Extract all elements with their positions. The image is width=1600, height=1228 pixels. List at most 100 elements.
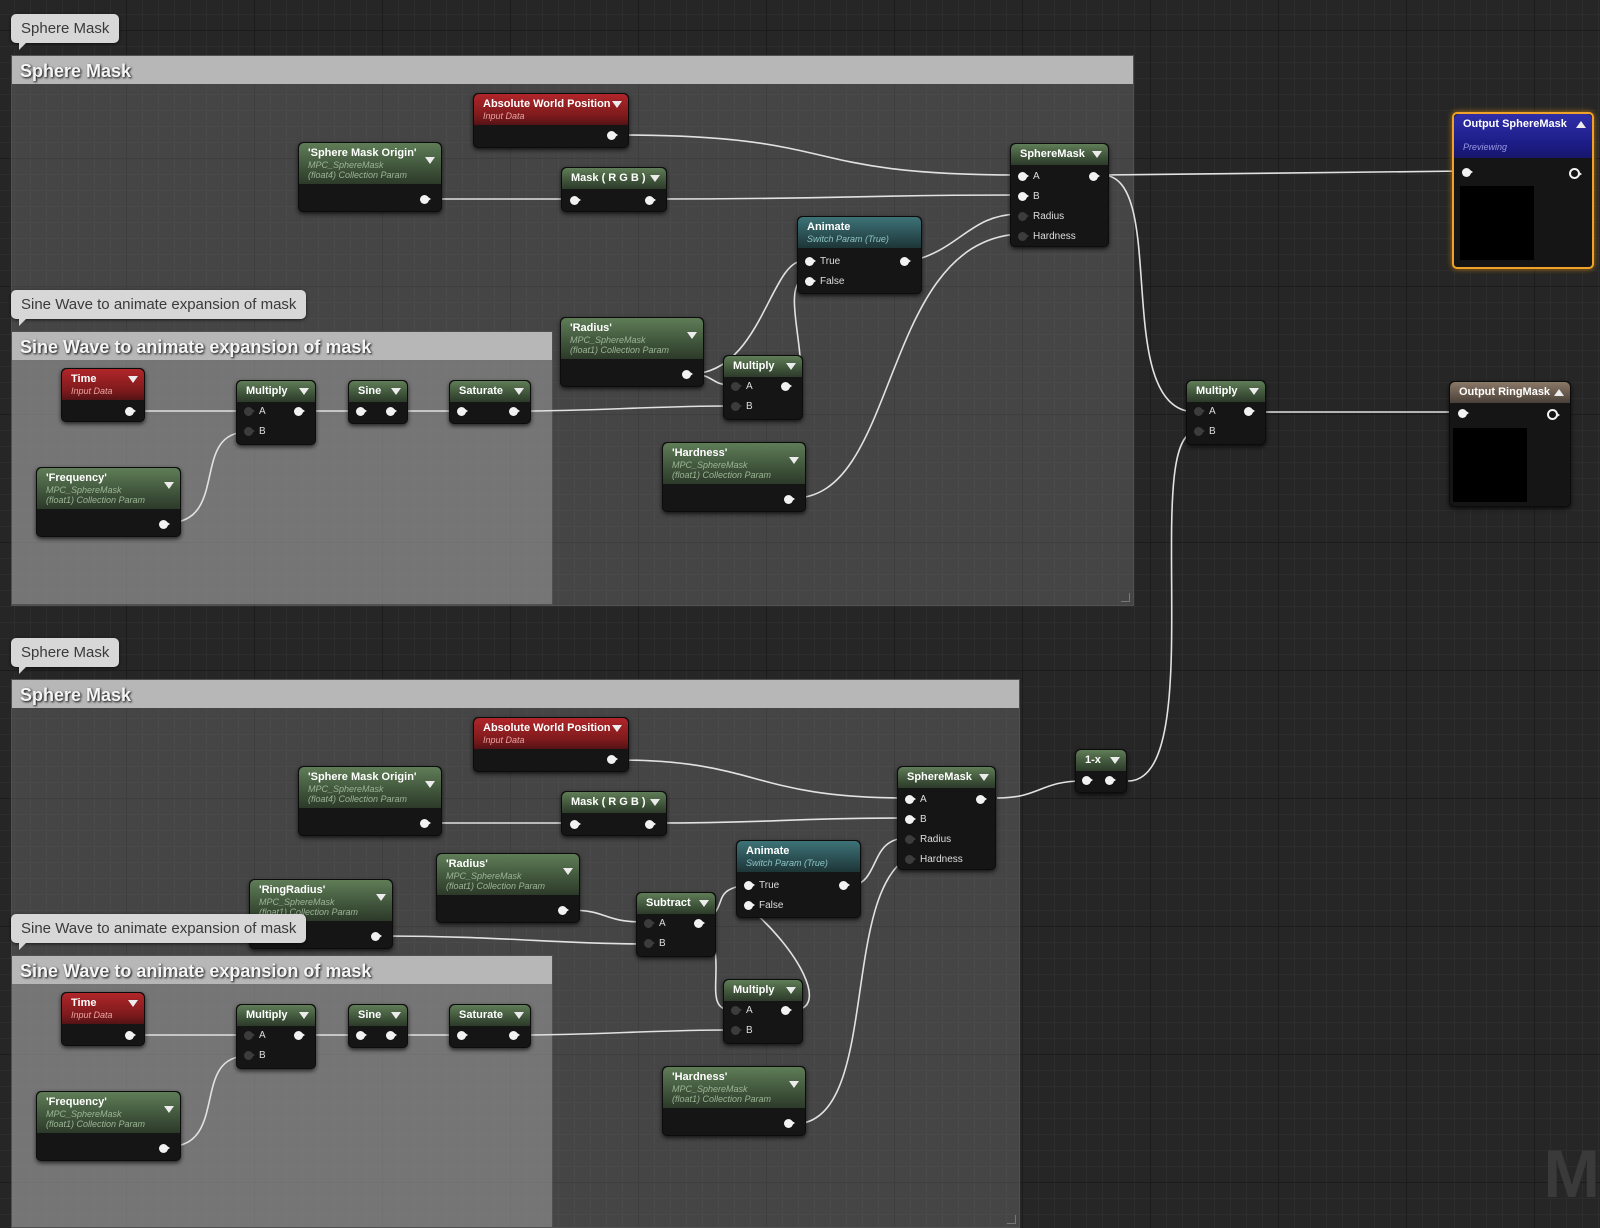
- subtract-node[interactable]: Subtract A B: [636, 892, 716, 957]
- comment-bubble-bottom-sphere-mask[interactable]: Sphere Mask: [11, 638, 120, 674]
- input-pin-b[interactable]: [731, 1026, 742, 1035]
- multiply-node[interactable]: Multiply A B: [236, 380, 316, 445]
- collapse-arrow-icon[interactable]: [699, 900, 709, 907]
- output-pin[interactable]: [900, 257, 911, 266]
- output-pin[interactable]: [784, 1119, 795, 1128]
- collapse-arrow-icon[interactable]: [1110, 757, 1120, 764]
- output-pin[interactable]: [386, 407, 397, 416]
- time-input-node[interactable]: Time Input Data: [61, 368, 145, 422]
- collapse-arrow-icon[interactable]: [786, 987, 796, 994]
- input-pin-a[interactable]: [1194, 407, 1205, 416]
- input-pin[interactable]: [356, 407, 367, 416]
- collapse-arrow-icon[interactable]: [650, 799, 660, 806]
- collapse-arrow-icon[interactable]: [164, 482, 174, 489]
- output-pin[interactable]: [420, 195, 431, 204]
- animate-switch-param-node[interactable]: Animate Switch Param (True) True False: [736, 840, 861, 918]
- absolute-world-position-node[interactable]: Absolute World Position Input Data: [473, 93, 629, 148]
- collapse-arrow-icon[interactable]: [612, 725, 622, 732]
- input-pin-a[interactable]: [731, 382, 742, 391]
- collapse-arrow-icon[interactable]: [1554, 389, 1564, 396]
- output-pin[interactable]: [682, 370, 693, 379]
- sine-node[interactable]: Sine: [348, 1004, 408, 1048]
- collapse-arrow-icon[interactable]: [612, 101, 622, 108]
- output-pin[interactable]: [1547, 409, 1560, 420]
- collapse-arrow-icon[interactable]: [1576, 121, 1586, 128]
- collapse-arrow-icon[interactable]: [128, 376, 138, 383]
- input-pin-false[interactable]: [805, 277, 816, 286]
- comment-title[interactable]: Sine Wave to animate expansion of mask: [12, 956, 552, 984]
- collapse-arrow-icon[interactable]: [650, 175, 660, 182]
- comment-bubble-top-sphere-mask[interactable]: Sphere Mask: [11, 14, 120, 50]
- input-pin-b[interactable]: [731, 402, 742, 411]
- input-pin-true[interactable]: [744, 881, 755, 890]
- spheremask-node[interactable]: SphereMask A B Radius Hardness: [1010, 143, 1109, 247]
- output-pin[interactable]: [784, 495, 795, 504]
- hardness-param-node[interactable]: 'Hardness' MPC_SphereMask (float1) Collect…: [662, 442, 806, 512]
- multiply-node[interactable]: Multiply A B: [723, 355, 803, 420]
- input-pin-radius[interactable]: [905, 835, 916, 844]
- output-pin[interactable]: [509, 407, 520, 416]
- output-pin[interactable]: [694, 919, 705, 928]
- output-pin[interactable]: [159, 1144, 170, 1153]
- output-pin[interactable]: [558, 906, 569, 915]
- comment-bubble-top-sine-wave[interactable]: Sine Wave to animate expansion of mask: [11, 290, 307, 326]
- output-pin[interactable]: [294, 1031, 305, 1040]
- collapse-arrow-icon[interactable]: [789, 457, 799, 464]
- mask-rgb-node[interactable]: Mask ( R G B ): [561, 167, 667, 212]
- sphere-mask-origin-param-node[interactable]: 'Sphere Mask Origin' MPC_SphereMask (float…: [298, 766, 442, 836]
- output-pin[interactable]: [781, 1006, 792, 1015]
- collapse-arrow-icon[interactable]: [299, 1012, 309, 1019]
- multiply-node[interactable]: Multiply A B: [236, 1004, 316, 1069]
- frequency-param-node[interactable]: 'Frequency' MPC_SphereMask (float1) Collec…: [36, 467, 181, 537]
- input-pin-b[interactable]: [244, 427, 255, 436]
- output-pin[interactable]: [976, 795, 987, 804]
- input-pin-a[interactable]: [905, 795, 916, 804]
- input-pin-a[interactable]: [731, 1006, 742, 1015]
- input-pin[interactable]: [570, 820, 581, 829]
- hardness-param-node[interactable]: 'Hardness' MPC_SphereMask (float1) Collect…: [662, 1066, 806, 1136]
- collapse-arrow-icon[interactable]: [376, 894, 386, 901]
- input-pin[interactable]: [1462, 168, 1473, 177]
- input-pin-b[interactable]: [644, 939, 655, 948]
- sphere-mask-origin-param-node[interactable]: 'Sphere Mask Origin' MPC_SphereMask (float…: [298, 142, 442, 212]
- comment-title[interactable]: Sphere Mask: [12, 680, 1019, 708]
- radius-param-node[interactable]: 'Radius' MPC_SphereMask (float1) Collectio…: [436, 853, 580, 923]
- output-pin[interactable]: [645, 820, 656, 829]
- collapse-arrow-icon[interactable]: [391, 388, 401, 395]
- input-pin-a[interactable]: [1018, 172, 1029, 181]
- output-pin[interactable]: [1244, 407, 1255, 416]
- animate-switch-param-node[interactable]: Animate Switch Param (True) True False: [797, 216, 922, 294]
- radius-param-node[interactable]: 'Radius' MPC_SphereMask (float1) Collectio…: [560, 317, 704, 387]
- multiply-node[interactable]: Multiply A B: [723, 979, 803, 1044]
- output-pin[interactable]: [125, 407, 136, 416]
- saturate-node[interactable]: Saturate: [449, 380, 531, 424]
- output-pin[interactable]: [159, 520, 170, 529]
- input-pin-a[interactable]: [644, 919, 655, 928]
- input-pin-true[interactable]: [805, 257, 816, 266]
- input-pin-b[interactable]: [244, 1051, 255, 1060]
- resize-handle[interactable]: [540, 1215, 549, 1224]
- output-pin[interactable]: [386, 1031, 397, 1040]
- collapse-arrow-icon[interactable]: [391, 1012, 401, 1019]
- time-input-node[interactable]: Time Input Data: [61, 992, 145, 1046]
- output-pin[interactable]: [294, 407, 305, 416]
- collapse-arrow-icon[interactable]: [514, 388, 524, 395]
- output-ringmask-node[interactable]: Output RingMask: [1449, 381, 1571, 507]
- collapse-arrow-icon[interactable]: [979, 774, 989, 781]
- output-pin[interactable]: [607, 755, 618, 764]
- input-pin-radius[interactable]: [1018, 212, 1029, 221]
- output-pin[interactable]: [1105, 776, 1116, 785]
- output-pin[interactable]: [371, 932, 382, 941]
- output-pin[interactable]: [125, 1031, 136, 1040]
- collapse-arrow-icon[interactable]: [786, 363, 796, 370]
- output-pin[interactable]: [1569, 168, 1582, 179]
- collapse-arrow-icon[interactable]: [425, 781, 435, 788]
- output-pin[interactable]: [781, 382, 792, 391]
- input-pin[interactable]: [1082, 776, 1093, 785]
- input-pin-false[interactable]: [744, 901, 755, 910]
- absolute-world-position-node[interactable]: Absolute World Position Input Data: [473, 717, 629, 772]
- collapse-arrow-icon[interactable]: [425, 157, 435, 164]
- input-pin-a[interactable]: [244, 407, 255, 416]
- frequency-param-node[interactable]: 'Frequency' MPC_SphereMask (float1) Collec…: [36, 1091, 181, 1161]
- input-pin-b[interactable]: [1194, 427, 1205, 436]
